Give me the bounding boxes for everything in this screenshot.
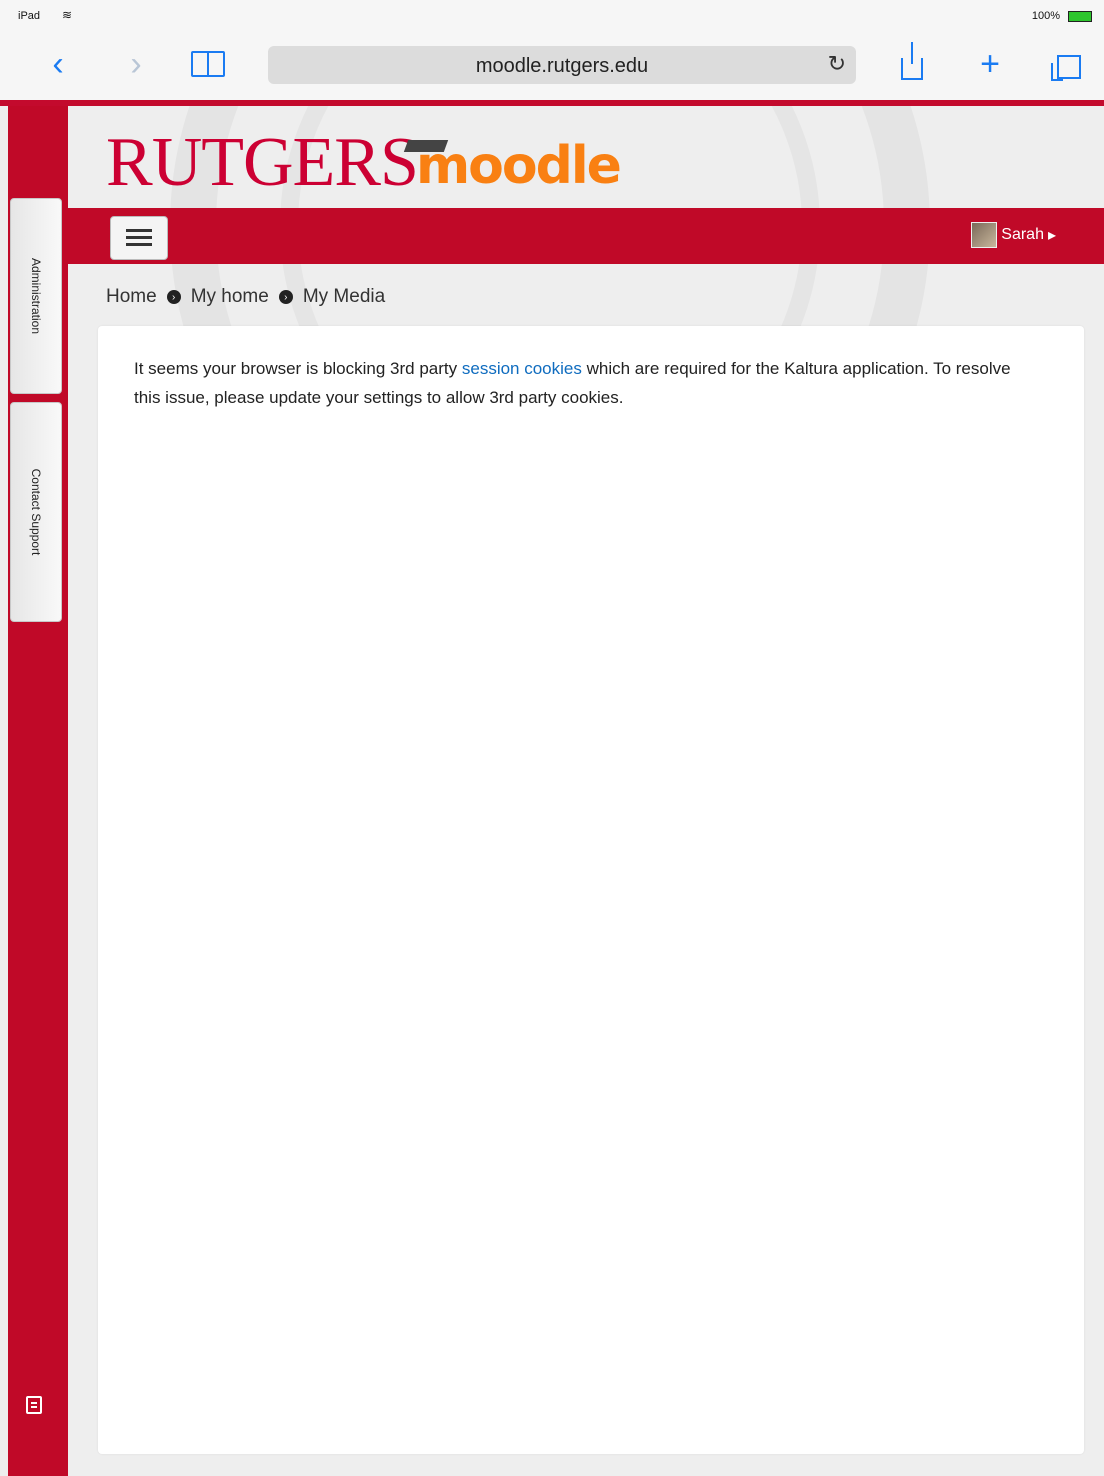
cookie-warning-message: It seems your browser is blocking 3rd pa… [134, 359, 1011, 407]
breadcrumb: Home › My home › My Media [106, 286, 385, 308]
device-name: iPad [18, 10, 41, 22]
new-tab-button[interactable]: + [968, 42, 1012, 86]
main-content-panel: It seems your browser is blocking 3rd pa… [98, 326, 1084, 1454]
browser-toolbar: ‹ › moodle.rutgers.edu ↻ + [0, 30, 1104, 101]
reload-icon[interactable]: ↻ [828, 51, 846, 77]
tabs-button[interactable] [1044, 42, 1088, 86]
site-logo[interactable]: RUTGERS moodle [106, 124, 622, 201]
avatar [971, 222, 998, 248]
chevron-right-icon: › [278, 290, 293, 304]
hamburger-icon [126, 228, 152, 248]
moodle-wordmark: moodle [416, 136, 622, 196]
document-icon[interactable] [26, 1396, 42, 1414]
top-accent-line [0, 100, 1104, 106]
battery-percentage: 100% [1031, 10, 1060, 22]
user-menu[interactable]: Sarah ▸ [971, 222, 1056, 248]
bookmarks-button[interactable] [186, 42, 230, 86]
rutgers-wordmark: RUTGERS [106, 124, 419, 201]
status-bar: iPad ≋ 100% [0, 0, 1104, 30]
breadcrumb-my-media[interactable]: My Media [303, 286, 385, 308]
forward-button[interactable]: › [114, 42, 158, 86]
menu-toggle-button[interactable] [110, 216, 168, 260]
session-cookies-link[interactable]: session cookies [462, 359, 582, 378]
breadcrumb-my-home[interactable]: My home [191, 286, 269, 308]
battery-icon [1068, 11, 1092, 22]
sidebar-tab-label: Contact Support [29, 468, 43, 556]
address-bar[interactable]: moodle.rutgers.edu ↻ [268, 46, 856, 84]
breadcrumb-home[interactable]: Home [106, 286, 157, 308]
site-navbar: Sarah ▸ [68, 208, 1104, 264]
user-name: Sarah [1001, 226, 1044, 243]
book-icon [191, 51, 225, 77]
url-text: moodle.rutgers.edu [475, 55, 649, 77]
web-page: RUTGERS moodle Sarah ▸ Administration Co… [0, 100, 1104, 1476]
sidebar-tab-administration[interactable]: Administration [10, 198, 62, 394]
back-button[interactable]: ‹ [36, 42, 80, 86]
tabs-icon [1051, 55, 1081, 81]
chevron-right-icon: › [166, 290, 181, 304]
share-button[interactable] [890, 42, 934, 86]
caret-right-icon: ▸ [1047, 227, 1056, 244]
sidebar-tab-label: Administration [29, 257, 43, 335]
wifi-icon: ≋ [62, 8, 73, 22]
sidebar-tab-contact-support[interactable]: Contact Support [10, 402, 62, 622]
share-icon [901, 42, 923, 80]
